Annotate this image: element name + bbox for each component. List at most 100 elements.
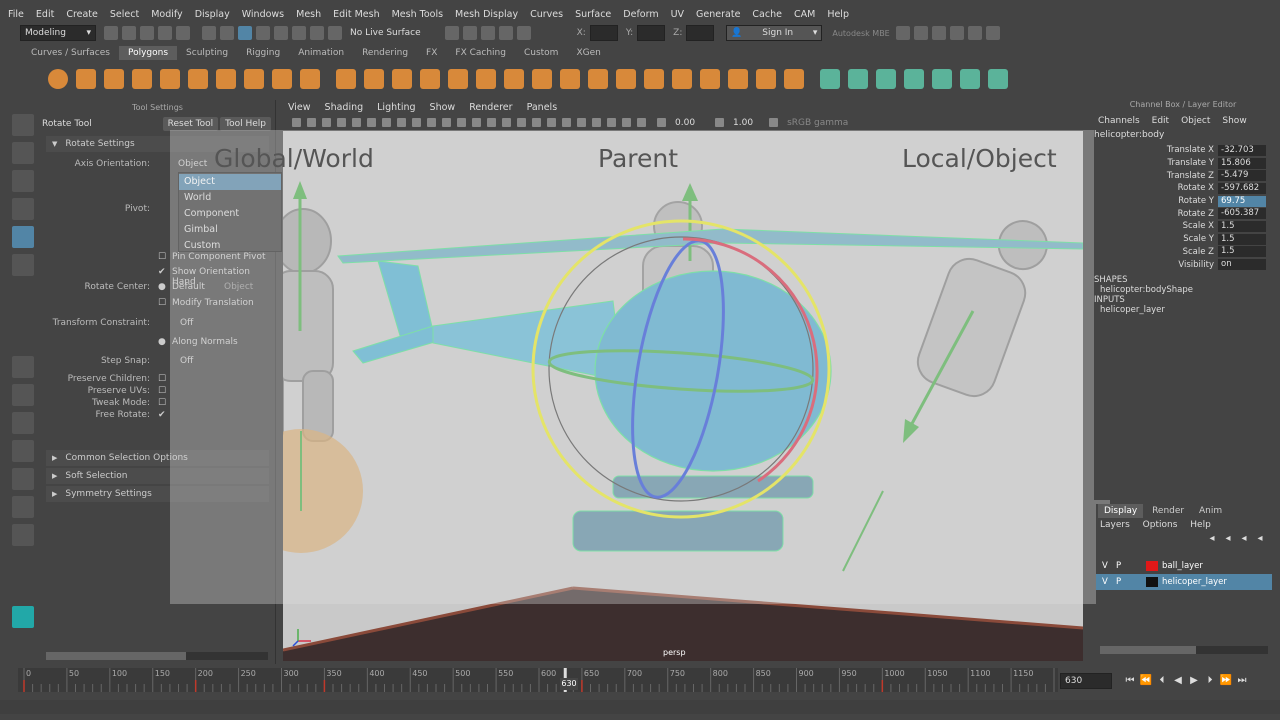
safe-action-icon[interactable] [427,118,436,127]
shelf-tab-custom[interactable]: Custom [515,46,567,60]
smooth-shade-icon[interactable] [472,118,481,127]
redo-icon[interactable] [176,26,190,40]
folder-icon[interactable] [104,26,118,40]
step-snap-value[interactable]: Off [180,356,193,366]
perspective-viewport[interactable]: persp [283,131,1083,661]
dropdown-option-component[interactable]: Component [179,206,281,222]
uv-planar-icon[interactable] [820,69,840,89]
quad-draw-icon[interactable] [672,69,692,89]
shape-node-name[interactable]: helicopter:bodyShape [1094,285,1272,295]
ambient-occlusion-icon[interactable] [547,118,556,127]
step-forward-key-icon[interactable]: ⏩ [1219,674,1233,688]
panel-menu-show[interactable]: Show [430,102,456,113]
workspace-dropdown[interactable]: Modeling ▾ [20,25,96,41]
snap-view-icon[interactable] [310,26,324,40]
go-to-start-icon[interactable]: ⏮ [1123,674,1137,688]
menu-cam[interactable]: CAM [794,9,815,20]
bridge-icon[interactable] [504,69,524,89]
go-to-end-icon[interactable]: ⏭ [1235,674,1249,688]
shelf-tab-fx[interactable]: FX [417,46,446,60]
show-orientation-checkbox[interactable]: ✔ [158,267,166,277]
field-chart-icon[interactable] [412,118,421,127]
channel-attr-row[interactable]: Rotate Z -605.387 [1094,207,1272,220]
image-plane-icon[interactable] [337,118,346,127]
menu-modify[interactable]: Modify [151,9,182,20]
preserve-children-checkbox[interactable]: ☐ [158,374,166,384]
lights-icon[interactable] [517,118,526,127]
smooth-icon[interactable] [420,69,440,89]
open-icon[interactable] [122,26,136,40]
play-forward-icon[interactable]: ▶ [1187,674,1201,688]
channel-attr-value[interactable]: -5.479 [1218,170,1266,182]
shelf-tab-sculpting[interactable]: Sculpting [177,46,237,60]
menu-curves[interactable]: Curves [530,9,563,20]
step-forward-frame-icon[interactable]: ⏵ [1203,674,1217,688]
modify-translation-checkbox[interactable]: ☐ [158,298,166,308]
menu-cache[interactable]: Cache [752,9,782,20]
menu-mesh-tools[interactable]: Mesh Tools [392,9,443,20]
bookmark-icon[interactable] [322,118,331,127]
menu-options[interactable]: Options [1143,520,1178,530]
poly-plane-icon[interactable] [160,69,180,89]
paint-select-tool-icon[interactable] [12,170,34,192]
colorspace-value[interactable]: sRGB gamma [787,118,848,128]
menu-mesh-display[interactable]: Mesh Display [455,9,518,20]
wireframe-icon[interactable] [457,118,466,127]
layer-row[interactable]: V P helicoper_layer [1096,574,1272,590]
reset-tool-button[interactable]: Reset Tool [162,117,219,131]
channel-menu-show[interactable]: Show [1222,116,1246,126]
svg-icon[interactable] [300,69,320,89]
slide-icon[interactable] [700,69,720,89]
along-normals-radio[interactable]: ● [158,337,166,347]
channel-menu-object[interactable]: Object [1181,116,1210,126]
channel-attr-value[interactable]: -597.682 [1218,182,1266,194]
move-tool-icon[interactable] [12,198,34,220]
poly-text-icon[interactable] [272,69,292,89]
multicut-icon[interactable] [616,69,636,89]
layer-name[interactable]: ball_layer [1162,561,1203,571]
undo-icon[interactable] [158,26,172,40]
poly-cylinder-icon[interactable] [104,69,124,89]
layer-playback-toggle[interactable]: P [1116,561,1130,571]
transform-constraint-value[interactable]: Off [180,318,193,328]
save-icon[interactable] [140,26,154,40]
grid-icon[interactable] [352,118,361,127]
channel-attr-value[interactable]: -32.703 [1218,144,1266,156]
time-ruler[interactable]: 0 50 100 150 200 250 300 350 400 450 500 550 600 650 7… [18,664,1058,696]
shelf-tab-rendering[interactable]: Rendering [353,46,417,60]
snap-curve-icon[interactable] [274,26,288,40]
channel-menu-edit[interactable]: Edit [1152,116,1169,126]
new-layer-icon[interactable]: ◂ [1237,532,1251,546]
isolate-select-icon[interactable] [637,118,646,127]
menu-uv[interactable]: UV [671,9,684,20]
more-icon[interactable] [12,524,34,546]
outliner-view-icon[interactable] [12,440,34,462]
dropdown-option-object[interactable]: Object [179,174,281,190]
live-surface-label[interactable]: No Live Surface [350,28,421,38]
edge-loop-icon[interactable] [784,69,804,89]
tab-anim[interactable]: Anim [1193,504,1228,518]
layer-scrollbar[interactable] [1100,646,1268,654]
channel-attr-value[interactable]: -605.387 [1218,208,1266,220]
poly-torus-icon[interactable] [188,69,208,89]
render-settings-icon[interactable] [480,26,495,40]
xray-joints-icon[interactable] [607,118,616,127]
snap-point-icon[interactable] [292,26,306,40]
uv-unfold-icon[interactable] [988,69,1008,89]
menu-create[interactable]: Create [66,9,98,20]
uv-cylindrical-icon[interactable] [848,69,868,89]
combine-icon[interactable] [336,69,356,89]
shelf-tab-fx-caching[interactable]: FX Caching [446,46,515,60]
new-layer-selected-icon[interactable]: ◂ [1253,532,1267,546]
layer-visibility-toggle[interactable]: V [1102,561,1116,571]
menu-mesh[interactable]: Mesh [296,9,321,20]
resolution-gate-icon[interactable] [382,118,391,127]
layer-name[interactable]: helicoper_layer [1162,577,1227,587]
menu-file[interactable]: File [8,9,24,20]
snap-surface-icon[interactable] [328,26,342,40]
layer-color-swatch[interactable] [1146,561,1158,571]
hypershade-icon[interactable] [498,26,513,40]
menu-help[interactable]: Help [1190,520,1211,530]
modeling-toolkit-icon[interactable] [913,26,928,40]
camera-icon[interactable] [292,118,301,127]
